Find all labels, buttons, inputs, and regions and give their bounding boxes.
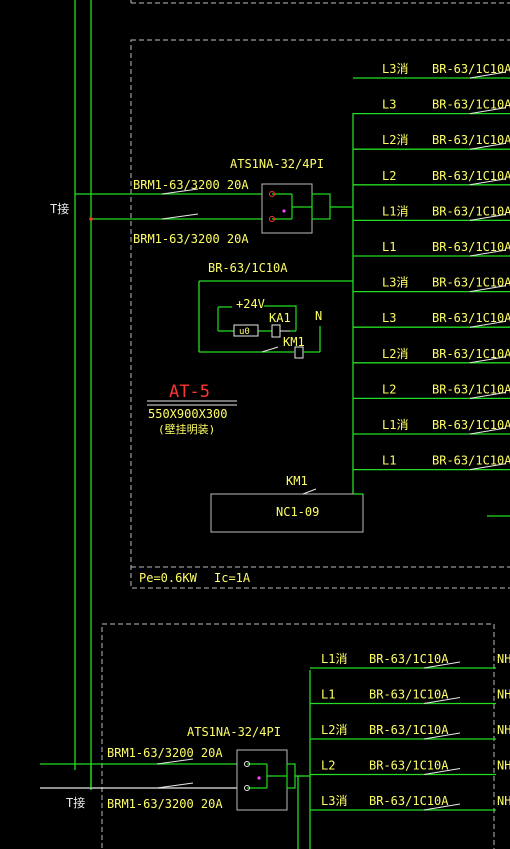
- schematic-canvas: T接 BRM1-63/3200 20A BRM1-63/3200 20A ATS…: [40, 0, 510, 849]
- upper-circuit-phase: L1: [382, 454, 396, 468]
- upper-circuit: L1 BR-63/1C10A: [353, 240, 510, 257]
- upper-ats-internal-wiring: [272, 193, 312, 220]
- upper-circuit: L3消 BR-63/1C10A: [353, 62, 510, 79]
- lower-ats-label: ATS1NA-32/4PI: [187, 725, 281, 739]
- upper-circuit-breaker: BR-63/1C10A: [432, 204, 510, 218]
- upper-circuit: L2消 BR-63/1C10A: [353, 133, 510, 150]
- lower-circuit-cable: NH: [497, 688, 510, 702]
- upper-circuit: L2 BR-63/1C10A: [353, 382, 510, 400]
- lower-circuit-list: L1消 BR-63/1C10A NH L1 BR-63/1C10A NH L2消 BR-63/…: [310, 652, 510, 811]
- neutral-label: N: [315, 309, 322, 323]
- lower-circuit-cable: NH: [497, 652, 510, 666]
- lower-circuit-cable: NH: [497, 759, 510, 773]
- lower-ats-actuator: [286, 763, 296, 789]
- upper-circuit-phase: L1消: [382, 204, 408, 218]
- lower-incoming-breaker-1-label: BRM1-63/3200 20A: [107, 746, 223, 760]
- upper-incoming-breaker-2-label: BRM1-63/3200 20A: [133, 232, 249, 246]
- lower-circuit: L1消 BR-63/1C10A NH: [310, 652, 510, 669]
- contactor-label: KM1: [286, 474, 308, 488]
- lower-ats-box: [236, 749, 288, 811]
- lower-breaker-2-contact: [156, 782, 194, 789]
- upper-circuit-breaker: BR-63/1C10A: [432, 62, 510, 76]
- upper-circuit: L3 BR-63/1C10A: [353, 311, 510, 328]
- lower-circuit-phase: L1: [321, 688, 335, 702]
- lower-incoming-breaker-2-label: BRM1-63/3200 20A: [107, 797, 223, 811]
- upper-circuit: L2消 BR-63/1C10A: [353, 347, 510, 364]
- km1-coil-label: KM1: [283, 335, 305, 349]
- lower-circuit-phase: L2: [321, 759, 335, 773]
- lower-circuit: L2消 BR-63/1C10A NH: [310, 723, 510, 740]
- lower-ats-pivot: [257, 776, 261, 780]
- control-24v-label: +24V: [236, 297, 265, 311]
- upper-circuit-phase: L2: [382, 169, 396, 183]
- upper-circuit-breaker: BR-63/1C10A: [432, 454, 510, 468]
- panel-dimensions: 550X900X300: [148, 407, 227, 421]
- upper-circuit-phase: L1消: [382, 418, 408, 432]
- upper-circuit-phase: L2: [382, 382, 396, 396]
- lower-circuit-breaker: BR-63/1C10A: [369, 723, 449, 737]
- lower-circuit: L1 BR-63/1C10A NH: [310, 688, 510, 705]
- upper-circuit-phase: L3消: [382, 62, 408, 76]
- contactor-model: NC1-09: [276, 505, 319, 519]
- upper-circuit-breaker: BR-63/1C10A: [432, 240, 510, 254]
- lower-circuit: L2 BR-63/1C10A NH: [310, 759, 510, 776]
- upper-ats-label: ATS1NA-32/4PI: [230, 157, 324, 171]
- upper-junction-dot: [89, 217, 93, 221]
- upper-circuit-breaker: BR-63/1C10A: [432, 347, 510, 361]
- ka1-contact: [261, 346, 279, 353]
- lower-circuit-cable: NH: [497, 794, 510, 808]
- lower-circuit-breaker: BR-63/1C10A: [369, 759, 449, 773]
- upper-circuit: L3 BR-63/1C10A: [353, 98, 510, 115]
- upper-breaker-2-contact: [161, 213, 199, 220]
- control-u0-label: u0: [239, 327, 250, 337]
- lower-circuit-breaker: BR-63/1C10A: [369, 688, 449, 702]
- upper-circuit-phase: L2消: [382, 133, 408, 147]
- ka1-label: KA1: [269, 311, 291, 325]
- upper-control-breaker-label: BR-63/1C10A: [208, 261, 288, 275]
- upper-circuit-breaker: BR-63/1C10A: [432, 133, 510, 147]
- upper-circuit-phase: L3消: [382, 276, 408, 290]
- upper-circuit: L3消 BR-63/1C10A: [353, 276, 510, 293]
- lower-circuit-breaker: BR-63/1C10A: [369, 794, 449, 808]
- upper-circuit-breaker: BR-63/1C10A: [432, 276, 510, 290]
- upper-circuit-phase: L2消: [382, 347, 408, 361]
- upper-circuit-phase: L1: [382, 240, 396, 254]
- panel-current: Ic=1A: [214, 571, 251, 585]
- upper-circuit-breaker: BR-63/1C10A: [432, 98, 510, 112]
- lower-circuit-phase: L1消: [321, 652, 347, 666]
- upper-circuit-breaker: BR-63/1C10A: [432, 382, 510, 396]
- upper-ats-box: [261, 183, 313, 234]
- lower-circuit-breaker: BR-63/1C10A: [369, 652, 449, 666]
- upper-circuit: L2 BR-63/1C10A: [353, 169, 510, 186]
- upper-circuit-phase: L3: [382, 311, 396, 325]
- lower-circuit-cable: NH: [497, 723, 510, 737]
- lower-circuit-phase: L3消: [321, 794, 347, 808]
- upper-ats-actuator: [311, 193, 331, 220]
- contactor-contact: [302, 488, 317, 495]
- upper-circuit-phase: L3: [382, 98, 396, 112]
- upper-circuit-breaker: BR-63/1C10A: [432, 169, 510, 183]
- upper-circuit-breaker: BR-63/1C10A: [432, 311, 510, 325]
- ka1-coil: [271, 324, 281, 338]
- lower-ats-internal-wiring: [247, 763, 287, 789]
- lower-circuit-phase: L2消: [321, 723, 347, 737]
- lower-supply-label: T接: [66, 795, 85, 810]
- panel-power: Pe=0.6KW: [139, 571, 198, 585]
- upper-ats-pivot: [282, 209, 286, 213]
- upper-circuit: L1 BR-63/1C10A: [353, 454, 510, 471]
- upper-supply-label: T接: [50, 201, 69, 216]
- lower-circuit: L3消 BR-63/1C10A NH: [310, 794, 510, 811]
- panel-name: AT-5: [169, 382, 210, 402]
- upper-circuit-breaker: BR-63/1C10A: [432, 418, 510, 432]
- upper-circuit: L1消 BR-63/1C10A: [353, 204, 510, 222]
- upper-circuit-list: L3消 BR-63/1C10A L3 BR-63/1C10A L2消 BR-63/1C10…: [353, 62, 510, 471]
- upper-circuit: L1消 BR-63/1C10A: [353, 418, 510, 435]
- panel-mounting: (壁挂明装): [158, 422, 215, 436]
